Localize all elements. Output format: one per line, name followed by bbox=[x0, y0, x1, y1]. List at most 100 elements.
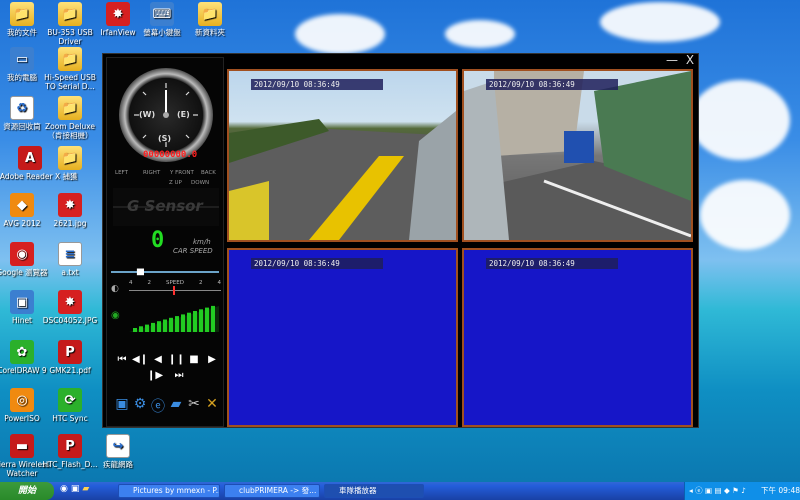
meter-bar bbox=[199, 309, 203, 332]
camera-view-2[interactable]: 2012/09/10 08:36:49 bbox=[462, 69, 693, 242]
settings-icon[interactable]: ⚙ bbox=[131, 396, 149, 416]
gauge-label-south: (S) bbox=[158, 134, 172, 143]
camera-3-timestamp: 2012/09/10 08:36:49 bbox=[251, 258, 383, 269]
system-tray: ◂ ⓔ ▣ ▤ ◆ ⚑ ♪ 下午 09:48 bbox=[684, 482, 800, 500]
start-button[interactable]: 開始 bbox=[0, 482, 54, 500]
gauge-label-west: (W) bbox=[139, 110, 156, 119]
folder-icon: 📁 bbox=[198, 2, 222, 26]
desktop-icon-dsc04052[interactable]: ✸ DSC04052.JPG bbox=[38, 290, 102, 325]
text-file-icon: ≡ bbox=[58, 242, 82, 266]
speed-display: 0 bbox=[151, 228, 165, 253]
folder-icon: 📁 bbox=[10, 2, 34, 26]
camera-1-timestamp: 2012/09/10 08:36:49 bbox=[251, 79, 383, 90]
desktop-icon-2621-jpg[interactable]: ✸ 2621.jpg bbox=[38, 193, 102, 228]
indicator-right: RIGHT bbox=[143, 170, 161, 176]
folder-icon: 📁 bbox=[58, 47, 82, 71]
compass-gauge: (W) (E) (S) bbox=[119, 68, 213, 162]
meter-bar bbox=[169, 317, 173, 332]
cloud bbox=[700, 180, 790, 250]
stop-button[interactable]: ■ bbox=[186, 354, 202, 365]
desktop-icon-network-shortcut[interactable]: ↪ 疾龍網路 bbox=[86, 434, 150, 469]
meter-bar bbox=[145, 324, 149, 332]
meter-bar bbox=[163, 319, 167, 332]
speed-unit: km/h bbox=[193, 238, 211, 246]
image-file-icon: ✸ bbox=[58, 290, 82, 314]
camera-4-timestamp: 2012/09/10 08:36:49 bbox=[486, 258, 618, 269]
cloud bbox=[295, 14, 385, 54]
skip-end-button[interactable]: ⏭ bbox=[171, 370, 187, 381]
meter-bar bbox=[211, 305, 215, 332]
internet-icon[interactable]: ⓔ bbox=[149, 396, 167, 416]
tray-icons[interactable]: ◂ ⓔ ▣ ▤ ◆ ⚑ ♪ bbox=[689, 482, 746, 500]
gauge-label-east: (E) bbox=[177, 110, 190, 119]
speedometer-icon: ◐ bbox=[111, 284, 119, 294]
cloud bbox=[445, 20, 515, 48]
minimize-button[interactable]: — bbox=[665, 54, 679, 68]
desktop-icon-usb-serial[interactable]: 📁 Hi-Speed USB TO Serial D... bbox=[38, 47, 102, 91]
network-icon: ▣ bbox=[10, 290, 34, 314]
volume-icon: ◉ bbox=[111, 310, 120, 321]
desktop-icon-gmk21-pdf[interactable]: P GMK21.pdf bbox=[38, 340, 102, 375]
camera-view-3[interactable]: 2012/09/10 08:36:49 bbox=[227, 248, 458, 427]
camera-view-1[interactable]: 2012/09/10 08:36:49 bbox=[227, 69, 458, 242]
sync-icon: ⟳ bbox=[58, 388, 82, 412]
meter-bar bbox=[193, 311, 197, 332]
tools-icon[interactable]: ✂ bbox=[185, 396, 203, 416]
pdf-file-icon: P bbox=[58, 434, 82, 458]
avg-icon: ◆ bbox=[10, 193, 34, 217]
clock: 下午 09:48 bbox=[761, 486, 800, 495]
computer-icon: ▭ bbox=[10, 47, 34, 71]
indicator-up: Z UP bbox=[169, 180, 182, 186]
recycle-bin-icon: ♻ bbox=[10, 96, 34, 120]
speed-marker bbox=[173, 286, 175, 295]
indicator-left: LEFT bbox=[115, 170, 128, 176]
step-back-button[interactable]: ◀❙ bbox=[132, 354, 148, 365]
indicator-back: BACK bbox=[201, 170, 216, 176]
position-slider[interactable]: ▅ bbox=[111, 266, 219, 276]
cloud bbox=[690, 80, 790, 160]
show-desktop-icon[interactable]: ▣ bbox=[71, 484, 80, 494]
folder-icon[interactable]: ▰ bbox=[82, 484, 89, 494]
play-button[interactable]: ▶ bbox=[204, 354, 220, 365]
browser-icon[interactable]: ◉ bbox=[60, 484, 68, 494]
step-forward-button[interactable]: ❙▶ bbox=[147, 370, 163, 381]
image-file-icon: ✸ bbox=[58, 193, 82, 217]
desktop-icon-new-folder[interactable]: 📁 新資料夾 bbox=[178, 2, 242, 37]
desktop-icon-capture[interactable]: 📁 捕獲 bbox=[38, 146, 102, 181]
meter-bar bbox=[205, 307, 209, 332]
task-pictures[interactable]: Pictures by mmexn - P... bbox=[118, 484, 220, 498]
keyboard-icon: ⌨ bbox=[150, 2, 174, 26]
task-fleet-player[interactable]: 車隊播放器 bbox=[324, 484, 424, 498]
save-icon[interactable]: ▣ bbox=[113, 396, 131, 416]
pdf-file-icon: P bbox=[58, 340, 82, 364]
coreldraw-icon: ✿ bbox=[10, 340, 34, 364]
camera-view-4[interactable]: 2012/09/10 08:36:49 bbox=[462, 248, 693, 427]
desktop-icon-a-txt[interactable]: ≡ a.txt bbox=[38, 242, 102, 277]
folder-icon: 📁 bbox=[58, 96, 82, 120]
tool-bar: ▣ ⚙ ⓔ ▰ ✂ ✕ bbox=[113, 396, 221, 416]
indicator-front: Y FRONT bbox=[170, 170, 194, 176]
cloud bbox=[600, 2, 720, 42]
close-button[interactable]: X bbox=[683, 54, 697, 68]
desktop-icon-htc-sync[interactable]: ⟳ HTC Sync bbox=[38, 388, 102, 423]
camera-2-timestamp: 2012/09/10 08:36:49 bbox=[486, 79, 618, 90]
wrench-icon[interactable]: ✕ bbox=[203, 396, 221, 416]
disc-icon: ◎ bbox=[10, 388, 34, 412]
skip-start-button[interactable]: ⏮ bbox=[114, 354, 130, 365]
taskbar: 開始 ◉ ▣ ▰ Pictures by mmexn - P... clubPR… bbox=[0, 482, 800, 500]
folder-icon: 📁 bbox=[58, 2, 82, 26]
pause-button[interactable]: ❙❙ bbox=[168, 354, 185, 365]
meter-bar bbox=[151, 322, 155, 332]
desktop-icon-zoom-deluxe[interactable]: 📁 Zoom Deluxe（肯接相機） bbox=[38, 96, 102, 140]
meter-bar bbox=[133, 328, 137, 332]
wireless-icon: ▬ bbox=[10, 434, 34, 458]
open-folder-icon[interactable]: ▰ bbox=[167, 396, 185, 416]
player-window: — X (W) (E) (S) 00000000.0 LEFT RIGHT Y … bbox=[102, 53, 699, 428]
task-clubprimera[interactable]: clubPRIMERA -> 發... bbox=[224, 484, 320, 498]
car-icon[interactable]: ▅ bbox=[137, 266, 144, 276]
playback-controls-row1: ⏮ ◀❙ ◀ ❙❙ ■ ▶ bbox=[113, 354, 221, 365]
play-reverse-button[interactable]: ◀ bbox=[150, 354, 166, 365]
meter-bar bbox=[139, 326, 143, 332]
meter-bar bbox=[175, 316, 179, 332]
shortcut-icon: ↪ bbox=[106, 434, 130, 458]
